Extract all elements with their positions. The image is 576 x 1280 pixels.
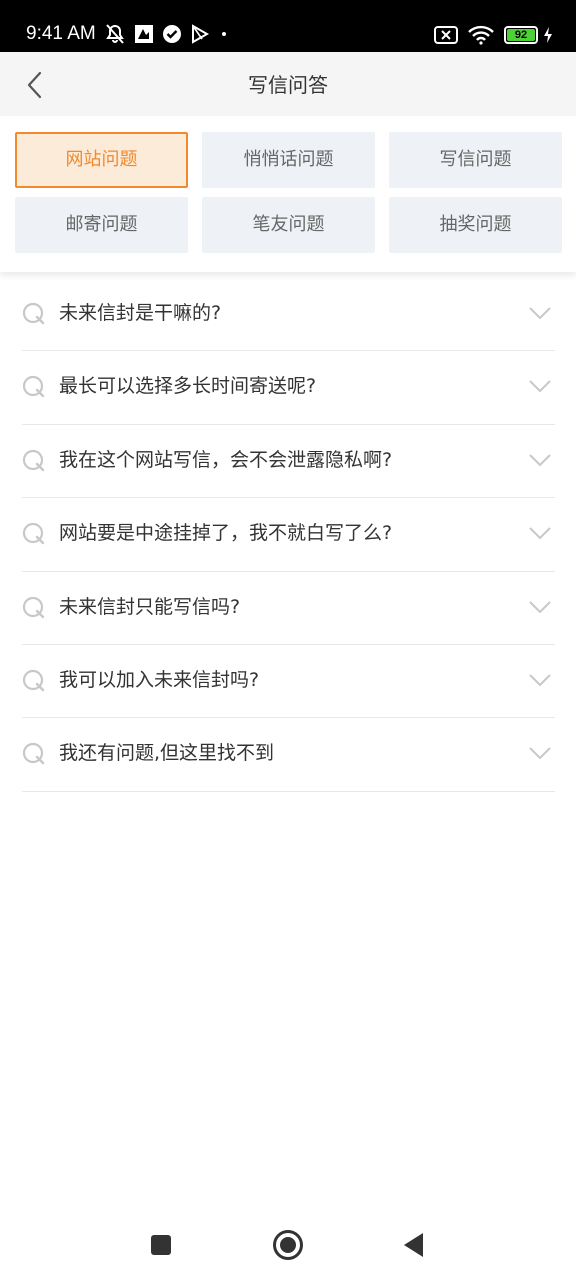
mute-icon <box>104 24 126 44</box>
chevron-down-icon <box>529 454 551 467</box>
faq-item[interactable]: 网站要是中途挂掉了，我不就白写了么? <box>22 498 555 572</box>
recent-apps-icon <box>151 1235 171 1255</box>
system-back-button[interactable] <box>396 1228 430 1262</box>
charging-icon <box>542 26 554 44</box>
back-icon <box>404 1233 423 1257</box>
check-icon <box>162 24 182 44</box>
question-icon <box>22 669 45 692</box>
category-whisper-button[interactable]: 悄悄话问题 <box>202 132 375 188</box>
app-icon <box>134 24 154 44</box>
status-time: 9:41 AM <box>26 23 96 44</box>
status-bar: 9:41 AM 92 <box>0 0 576 52</box>
home-icon <box>273 1230 303 1260</box>
battery-icon: 92 <box>504 26 538 44</box>
faq-question: 网站要是中途挂掉了，我不就白写了么? <box>59 522 393 545</box>
faq-item[interactable]: 我可以加入未来信封吗? <box>22 645 555 719</box>
chevron-down-icon <box>529 674 551 687</box>
category-mailing-button[interactable]: 邮寄问题 <box>15 197 188 253</box>
faq-item[interactable]: 我还有问题,但这里找不到 <box>22 718 555 792</box>
faq-item[interactable]: 未来信封是干嘛的? <box>22 278 555 352</box>
chevron-down-icon <box>529 380 551 393</box>
faq-question: 未来信封是干嘛的? <box>59 302 222 324</box>
chevron-down-icon <box>529 527 551 540</box>
status-right-icons: 92 <box>424 25 554 45</box>
faq-question: 我还有问题,但这里找不到 <box>59 742 275 765</box>
faq-question: 最长可以选择多长时间寄送呢? <box>59 375 317 398</box>
chevron-down-icon <box>529 600 551 613</box>
question-icon <box>22 376 45 398</box>
faq-item[interactable]: 最长可以选择多长时间寄送呢? <box>22 351 555 425</box>
sim-off-icon <box>434 26 458 44</box>
category-lottery-button[interactable]: 抽奖问题 <box>389 197 562 253</box>
faq-question: 我在这个网站写信，会不会泄露隐私啊? <box>59 448 393 471</box>
header: 写信问答 <box>0 52 576 116</box>
battery-level: 92 <box>507 29 535 41</box>
faq-question: 未来信封只能写信吗? <box>59 595 241 618</box>
faq-item[interactable]: 我在这个网站写信，会不会泄露隐私啊? <box>22 425 555 499</box>
question-icon <box>22 449 45 471</box>
navigation-bar <box>0 1210 576 1280</box>
play-icon <box>190 24 210 44</box>
category-panel: 网站问题 悄悄话问题 写信问题 邮寄问题 笔友问题 抽奖问题 <box>0 116 576 272</box>
wifi-icon <box>468 25 494 45</box>
question-icon <box>22 743 45 765</box>
faq-question: 我可以加入未来信封吗? <box>59 668 260 691</box>
category-penpal-button[interactable]: 笔友问题 <box>202 197 375 253</box>
status-left-icons <box>104 24 238 44</box>
category-website-button[interactable]: 网站问题 <box>15 132 188 188</box>
page-title: 写信问答 <box>248 73 328 97</box>
dot-icon <box>218 24 230 44</box>
faq-item[interactable]: 未来信封只能写信吗? <box>22 572 555 645</box>
home-button[interactable] <box>271 1228 305 1262</box>
chevron-down-icon <box>529 747 551 760</box>
question-icon <box>22 523 45 545</box>
question-icon <box>22 302 45 325</box>
question-icon <box>22 596 45 618</box>
category-writing-button[interactable]: 写信问题 <box>389 132 562 188</box>
faq-list: 未来信封是干嘛的? 最长可以选择多长时间寄送呢? 我在这个网站写信，会不会泄露隐… <box>22 278 555 792</box>
recent-apps-button[interactable] <box>144 1228 178 1262</box>
chevron-down-icon <box>529 307 551 320</box>
